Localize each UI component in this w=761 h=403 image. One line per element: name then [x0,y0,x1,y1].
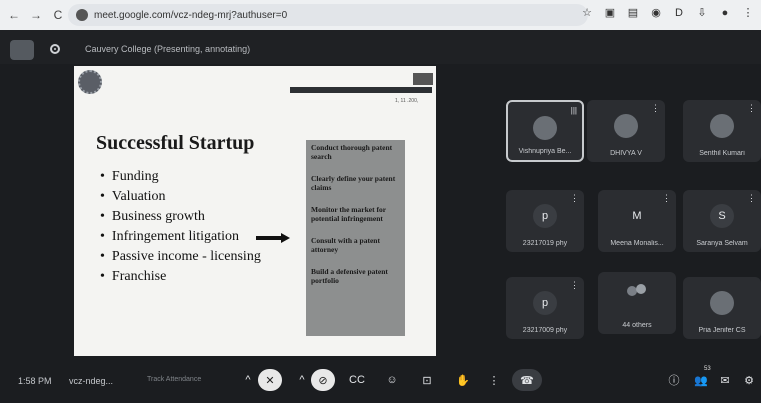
avatar: S [710,204,734,228]
slide-footer-note: 1, 11 .200, [395,98,419,104]
meeting-time: 1:58 PM [18,376,52,386]
download-icon[interactable]: ⇩ [695,6,709,19]
participant-name: Saranya Selvam [696,240,748,247]
microphone-off-button[interactable]: ✕ [258,369,282,391]
more-options-icon[interactable]: ⋮ [747,194,756,203]
others-avatars [627,284,647,298]
extension-icon-3[interactable]: ◉ [649,6,663,19]
step-item: Build a defensive patent portfolio [311,267,388,285]
mic-off-icon: ✕ [265,374,275,387]
more-options-icon[interactable]: ⋮ [570,194,579,203]
participant-tile[interactable]: ⋮ Senthil Kumari [683,100,761,162]
camera-off-button[interactable]: ⊘ [311,369,335,391]
slide-header-mark [413,73,433,85]
participant-tile[interactable]: S ⋮ Saranya Selvam [683,190,761,252]
bullet-item: Franchise [100,267,261,287]
meeting-code: vcz-ndeg... [69,376,114,386]
participant-tile[interactable]: M ⋮ Meena Monalis... [598,190,676,252]
avatar [533,116,557,140]
present-now-button[interactable]: ⊡ [415,369,439,391]
participant-name: Pria Jenifer CS [698,327,746,334]
participant-tile[interactable]: ⋮ DHIVYA V [587,100,665,162]
profile-icon[interactable]: ● [718,7,732,19]
participant-name: DHIVYA V [610,150,642,157]
others-tile[interactable]: 44 others [598,272,676,334]
participant-name: 23217019 phy [522,240,568,247]
people-button[interactable]: 👥 [689,369,713,391]
avatar: p [533,291,557,315]
bookmark-star-icon[interactable]: ☆ [580,6,594,19]
step-item: Conduct thorough patent search [311,143,393,161]
slide-header-bar [290,87,432,93]
participant-tile[interactable]: p ⋮ 23217019 phy [506,190,584,252]
reload-icon[interactable]: C [50,7,66,23]
step-item: Monitor the market for potential infring… [311,205,386,223]
presenting-label: Cauvery College (Presenting, annotating) [85,44,251,54]
browser-menu-icon[interactable]: ⋮ [741,6,755,19]
extension-icon-2[interactable]: ▤ [626,6,640,19]
bullet-item: Funding [100,167,261,187]
step-item: Consult with a patent attorney [311,236,380,254]
captions-button[interactable]: CC [345,369,369,391]
chat-button[interactable]: ✉ [713,369,737,391]
more-options-icon[interactable]: ⋮ [662,194,671,203]
more-options-icon[interactable]: ⋮ [570,281,579,290]
slide-bullet-list: Funding Valuation Business growth Infrin… [100,167,261,287]
leave-call-button[interactable]: ☎ [512,369,542,391]
browser-actions: ☆ ▣ ▤ ◉ D ⇩ ● ⋮ [580,6,755,20]
url-text: meet.google.com/vcz-ndeg-mrj?authuser=0 [94,9,288,21]
avatar [710,114,734,138]
bullet-item: Infringement litigation [100,227,261,247]
bullet-item: Valuation [100,187,261,207]
camera-off-icon: ⊘ [318,374,328,387]
others-count: 44 others [622,322,652,329]
meet-window: ← → C meet.google.com/vcz-ndeg-mrj?authu… [0,0,761,403]
bullet-item: Business growth [100,207,261,227]
presenter-avatar [10,40,34,60]
participant-name: Senthil Kumari [699,150,745,157]
college-logo-icon [78,70,102,94]
participant-name: Vishnupriya Be... [518,148,572,155]
patent-steps-box: Conduct thorough patent search Clearly d… [306,140,405,336]
participant-tile[interactable]: p ⋮ 23217009 phy [506,277,584,339]
browser-toolbar: ← → C meet.google.com/vcz-ndeg-mrj?authu… [0,0,761,30]
raise-hand-button[interactable]: ✋ [451,369,475,391]
recording-indicator-icon [50,44,60,54]
activities-button[interactable]: ⚙ [737,369,761,391]
track-attendance-label[interactable]: Track Attendance [147,376,201,383]
more-options-button[interactable]: ⋮ [482,369,506,391]
emoji-reaction-button[interactable]: ☺ [380,369,404,391]
bullet-item: Passive income - licensing [100,247,261,267]
participant-tile[interactable]: Pria Jenifer CS [683,277,761,339]
slide-title: Successful Startup [96,132,255,154]
back-icon[interactable]: ← [6,7,22,23]
avatar: p [533,204,557,228]
avatar: M [632,210,642,222]
participant-name: 23217009 phy [522,327,568,334]
more-options-icon[interactable]: ⋮ [747,104,756,113]
audio-options-chevron-icon[interactable]: ^ [236,369,260,391]
avatar [710,291,734,315]
speaking-indicator-icon: ||| [570,106,577,115]
step-item: Clearly define your patent claims [311,174,396,192]
right-arrow-icon [256,233,290,243]
avatar [614,114,638,138]
more-options-icon[interactable]: ⋮ [651,104,660,113]
participant-name: Meena Monalis... [610,240,664,247]
forward-icon[interactable]: → [28,7,44,23]
participant-tile[interactable]: ||| Vishnupriya Be... [506,100,584,162]
extension-icon[interactable]: ▣ [603,6,617,19]
extension-icon-4[interactable]: D [672,7,686,19]
meeting-details-button[interactable]: ⓘ [662,369,686,391]
address-bar[interactable]: meet.google.com/vcz-ndeg-mrj?authuser=0 [68,4,588,26]
site-info-icon[interactable] [76,9,88,21]
